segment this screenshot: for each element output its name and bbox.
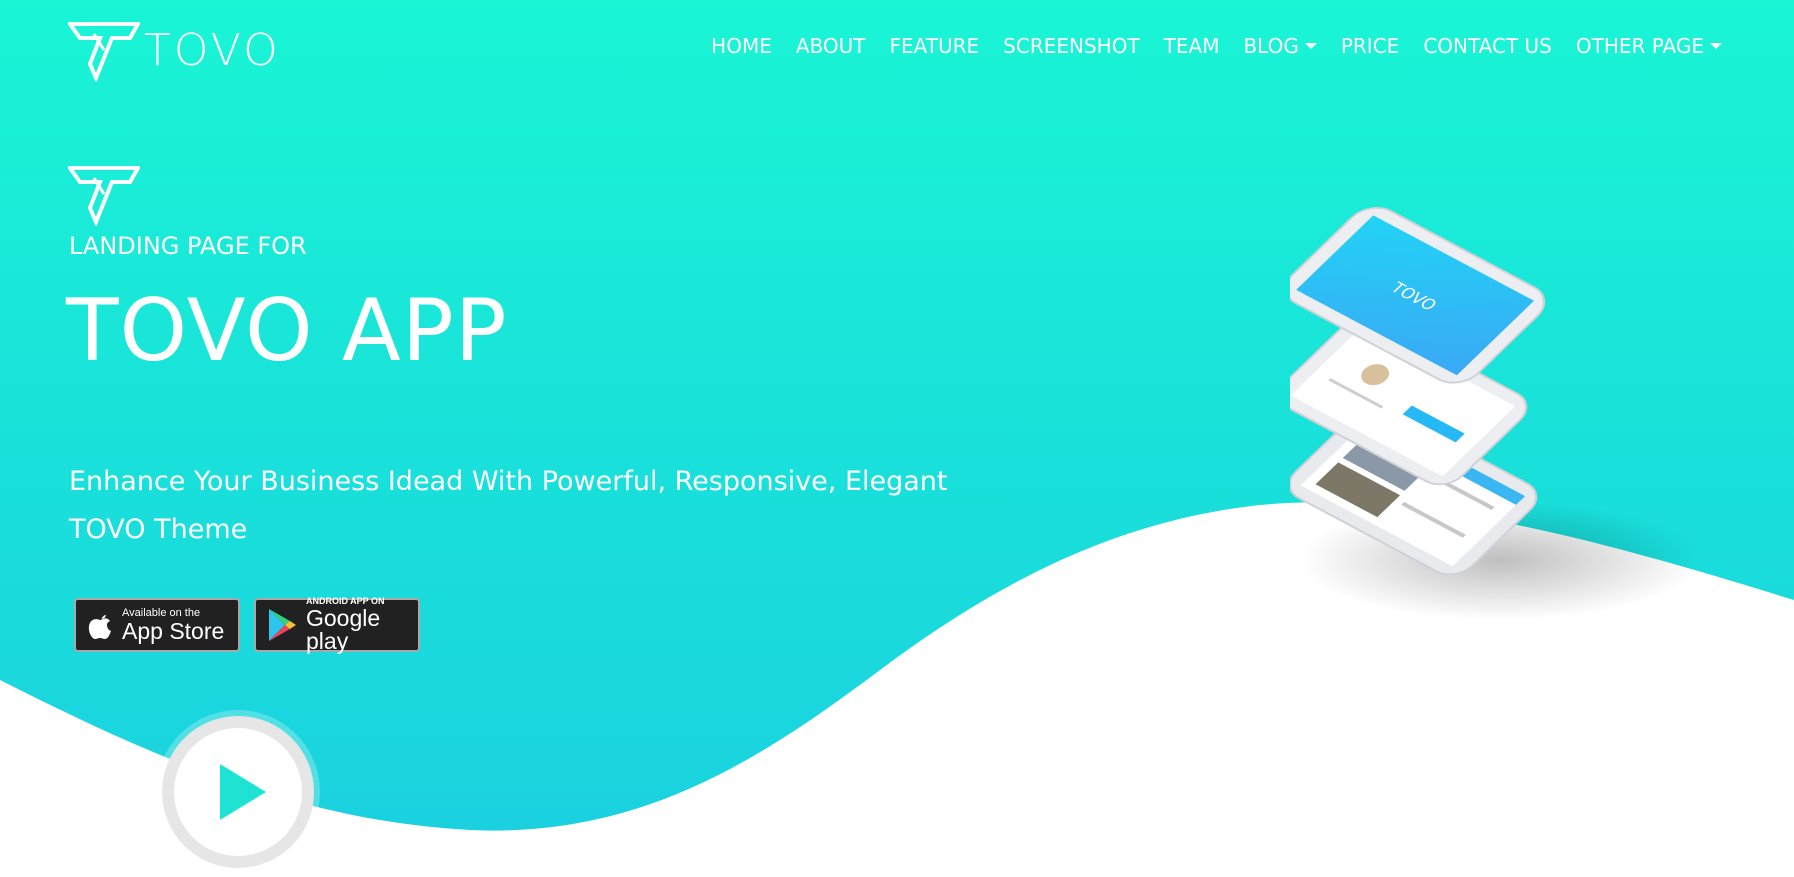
hero-title: TOVO APP xyxy=(66,281,508,381)
nav-price-label: PRICE xyxy=(1340,34,1400,58)
nav-other-page-label: OTHER PAGE xyxy=(1575,34,1704,58)
app-store-button[interactable]: Available on the App Store xyxy=(74,598,240,652)
google-play-big-label: Google play xyxy=(306,605,381,654)
app-store-small-label: Available on the xyxy=(122,606,201,619)
main-nav: HOME ABOUT FEATURE SCREENSHOT TEAM BLOG … xyxy=(687,34,1722,58)
nav-feature[interactable]: FEATURE xyxy=(890,34,980,58)
phone-mockups-illustration: TOVO xyxy=(1290,207,1700,620)
nav-contact-label: CONTACT US xyxy=(1423,34,1552,58)
nav-home-label: HOME xyxy=(711,34,772,58)
app-store-big-label: App Store xyxy=(122,617,225,644)
nav-team-label: TEAM xyxy=(1163,34,1220,58)
google-play-button[interactable]: ANDROID APP ON Google play xyxy=(254,597,420,654)
brand-name: TOVO xyxy=(144,25,281,76)
nav-contact-us[interactable]: CONTACT US xyxy=(1423,34,1552,58)
apple-icon xyxy=(86,609,114,641)
nav-about-label: ABOUT xyxy=(795,34,866,58)
nav-screenshot[interactable]: SCREENSHOT xyxy=(1003,34,1139,58)
nav-feature-label: FEATURE xyxy=(889,34,980,58)
hero-kicker: LANDING PAGE FOR xyxy=(69,232,307,260)
video-play-button[interactable] xyxy=(154,708,322,876)
nav-screenshot-label: SCREENSHOT xyxy=(1003,34,1140,58)
hero-section: TOVO HOME ABOUT FEATURE SCREENSHOT TEAM … xyxy=(0,0,1794,877)
tovo-logo-icon xyxy=(68,22,140,82)
nav-price[interactable]: PRICE xyxy=(1341,34,1399,58)
nav-about[interactable]: ABOUT xyxy=(796,34,866,58)
brand-logo[interactable]: TOVO xyxy=(68,20,281,82)
nav-blog-dropdown[interactable]: BLOG xyxy=(1243,34,1317,58)
tovo-logo-icon xyxy=(68,166,140,226)
chevron-down-icon xyxy=(1304,43,1317,49)
hero-description: Enhance Your Business Idead With Powerfu… xyxy=(69,466,948,545)
nav-other-page-dropdown[interactable]: OTHER PAGE xyxy=(1576,34,1722,58)
google-play-icon xyxy=(266,607,298,643)
nav-blog-label: BLOG xyxy=(1243,34,1299,58)
chevron-down-icon xyxy=(1710,43,1722,49)
nav-home[interactable]: HOME xyxy=(711,34,772,58)
nav-team[interactable]: TEAM xyxy=(1164,34,1220,58)
